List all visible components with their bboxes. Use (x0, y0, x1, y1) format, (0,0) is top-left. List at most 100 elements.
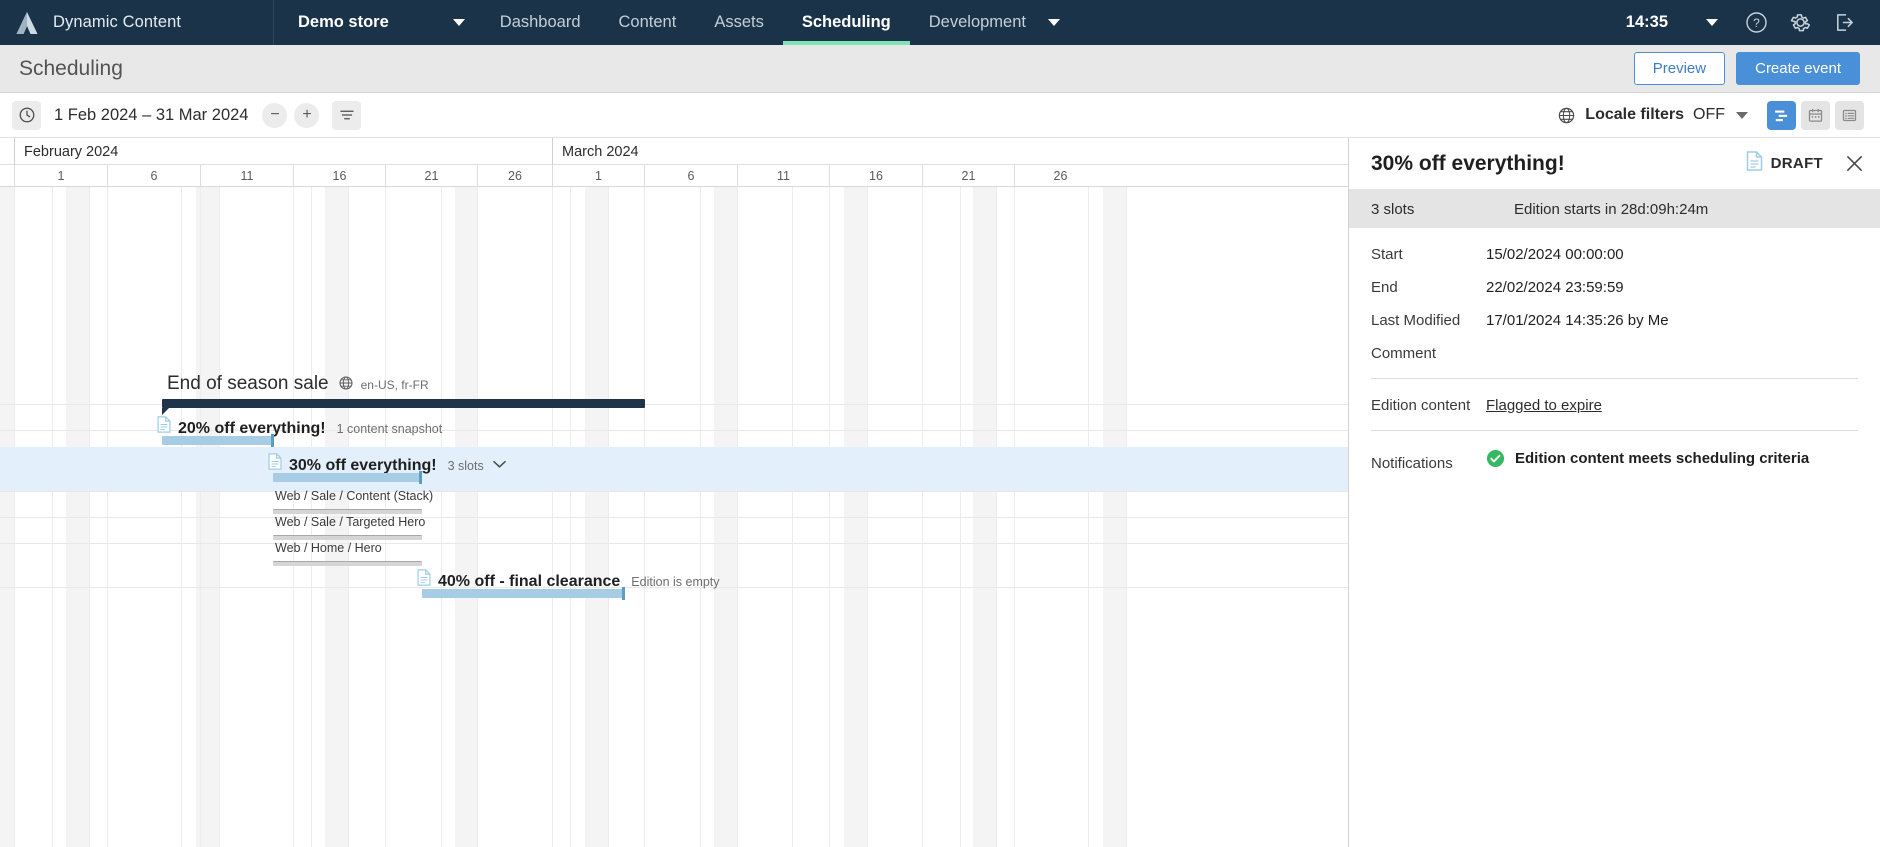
nav-item-label: Scheduling (801, 13, 891, 31)
day-tick: 26 (477, 165, 552, 187)
help-button[interactable]: ? (1734, 0, 1778, 45)
edition-label-30-off[interactable]: 30% off everything! 3 slots (268, 453, 506, 475)
status-badge: DRAFT (1746, 151, 1823, 176)
gantt-view-button[interactable] (1767, 100, 1796, 130)
clock-time: 14:35 (1625, 13, 1668, 31)
day-tick: 11 (200, 165, 293, 187)
event-bar[interactable] (162, 399, 645, 415)
timeline-toolbar: 1 Feb 2024 – 31 Mar 2024 − + Locale filt… (0, 93, 1880, 138)
nav-item-content[interactable]: Content (600, 0, 696, 45)
chevron-down-icon (1048, 19, 1060, 26)
filter-button[interactable] (332, 100, 362, 130)
locale-filters-state: OFF (1693, 106, 1725, 123)
view-toggle-group (1767, 100, 1864, 130)
settings-button[interactable] (1778, 0, 1822, 45)
event-label-end-of-season-sale[interactable]: End of season sale en-US, fr-FR (167, 373, 429, 395)
slot-bar[interactable] (273, 509, 422, 514)
amplience-logo-icon (14, 10, 40, 36)
slot-name: Web / Sale / Targeted Hero (275, 515, 426, 529)
day-tick: 26 (1014, 165, 1106, 187)
date-range-label: 1 Feb 2024 – 31 Mar 2024 (54, 105, 249, 124)
field-label: Edition content (1371, 397, 1471, 414)
field-label: Comment (1371, 345, 1437, 362)
slot-bar[interactable] (273, 535, 422, 540)
edition-bar-40-off[interactable] (422, 587, 625, 600)
row-divider (0, 543, 1348, 544)
create-event-button[interactable]: Create event (1736, 52, 1860, 85)
panel-title: 30% off everything! (1371, 151, 1565, 175)
panel-body: Start 15/02/2024 00:00:00 End 22/02/2024… (1349, 228, 1880, 472)
calendar-view-button[interactable] (1801, 100, 1830, 130)
edition-meta: 3 slots (447, 459, 484, 473)
day-tick: 16 (293, 165, 385, 187)
event-title: End of season sale (167, 373, 329, 394)
locale-filters-label: Locale filters (1585, 106, 1684, 123)
day-tick: 21 (922, 165, 1014, 187)
field-value: 22/02/2024 23:59:59 (1486, 279, 1624, 296)
date-range-picker-button[interactable] (12, 100, 41, 130)
day-tick: 16 (829, 165, 922, 187)
chevron-down-icon (452, 19, 465, 26)
timeline-grid[interactable]: End of season sale en-US, fr-FR 20% off … (0, 187, 1348, 847)
nav-dropdown-button[interactable] (1690, 0, 1734, 45)
nav-item-development[interactable]: Development (910, 0, 1079, 45)
slot-label-content-stack[interactable]: Web / Sale / Content (Stack) (275, 489, 433, 503)
edition-bar-20-off[interactable] (162, 434, 274, 447)
brand-name: Dynamic Content (53, 13, 182, 31)
month-cell-february: February 2024 (14, 138, 552, 165)
flagged-to-expire-link[interactable]: Flagged to expire (1486, 397, 1602, 414)
top-navigation-bar: Dynamic Content Demo store Dashboard Con… (0, 0, 1880, 45)
page-header: Scheduling Preview Create event (0, 45, 1880, 93)
chevron-down-icon[interactable] (1736, 111, 1748, 119)
panel-divider (1371, 378, 1858, 379)
day-tick: 6 (107, 165, 200, 187)
preview-button[interactable]: Preview (1633, 52, 1726, 85)
row-divider (0, 491, 1348, 492)
globe-icon (338, 375, 354, 391)
close-icon[interactable] (1845, 154, 1864, 173)
panel-subheader: 3 slots Edition starts in 28d:09h:24m (1349, 190, 1880, 228)
logout-button[interactable] (1822, 0, 1866, 45)
slot-label-targeted-hero[interactable]: Web / Sale / Targeted Hero (275, 515, 425, 529)
document-icon (157, 416, 171, 433)
slot-name: Web / Sale / Content (Stack) (275, 489, 434, 503)
event-locales: en-US, fr-FR (360, 378, 429, 392)
field-end: End 22/02/2024 23:59:59 (1371, 279, 1858, 296)
day-tick: 11 (737, 165, 829, 187)
edition-bar-30-off[interactable] (273, 471, 422, 484)
zoom-out-button[interactable]: − (262, 102, 288, 128)
selected-row-highlight (0, 447, 1348, 491)
nav-links: Dashboard Content Assets Scheduling Deve… (481, 0, 1079, 45)
nav-item-dashboard[interactable]: Dashboard (481, 0, 600, 45)
month-cell-march: March 2024 (552, 138, 1148, 165)
nav-item-scheduling[interactable]: Scheduling (782, 0, 910, 45)
notification-item: Edition content meets scheduling criteri… (1486, 449, 1809, 468)
day-tick: 6 (644, 165, 737, 187)
store-selector[interactable]: Demo store (274, 0, 481, 45)
chevron-down-icon[interactable] (492, 456, 506, 474)
panel-countdown: Edition starts in 28d:09h:24m (1514, 200, 1709, 218)
field-comment: Comment (1371, 345, 1858, 362)
slot-label-home-hero[interactable]: Web / Home / Hero (275, 541, 382, 555)
field-notifications: Notifications Edition content meets sche… (1371, 449, 1858, 472)
clock-icon (19, 107, 34, 123)
zoom-in-button[interactable]: + (294, 102, 320, 128)
filter-icon (340, 110, 354, 120)
brand-area[interactable]: Dynamic Content (0, 0, 274, 45)
edition-label-20-off[interactable]: 20% off everything! 1 content snapshot (157, 416, 442, 438)
scheduling-timeline[interactable]: February 2024 March 2024 1 6 11 16 21 26… (0, 138, 1348, 847)
list-view-button[interactable] (1835, 100, 1864, 130)
field-label: Notifications (1371, 455, 1453, 472)
document-icon (417, 569, 431, 586)
edition-meta: Edition is empty (631, 575, 720, 589)
slot-bar[interactable] (273, 561, 422, 566)
gear-icon (1790, 14, 1810, 32)
panel-header: 30% off everything! DRAFT (1349, 138, 1880, 190)
gantt-icon (1775, 110, 1788, 121)
timeline-day-header: 1 6 11 16 21 26 1 6 11 16 21 26 (0, 165, 1348, 187)
list-icon (1842, 109, 1857, 121)
row-divider (0, 517, 1348, 518)
edition-label-40-off[interactable]: 40% off - final clearance Edition is emp… (417, 569, 720, 591)
day-tick: 21 (385, 165, 477, 187)
nav-item-assets[interactable]: Assets (695, 0, 783, 45)
